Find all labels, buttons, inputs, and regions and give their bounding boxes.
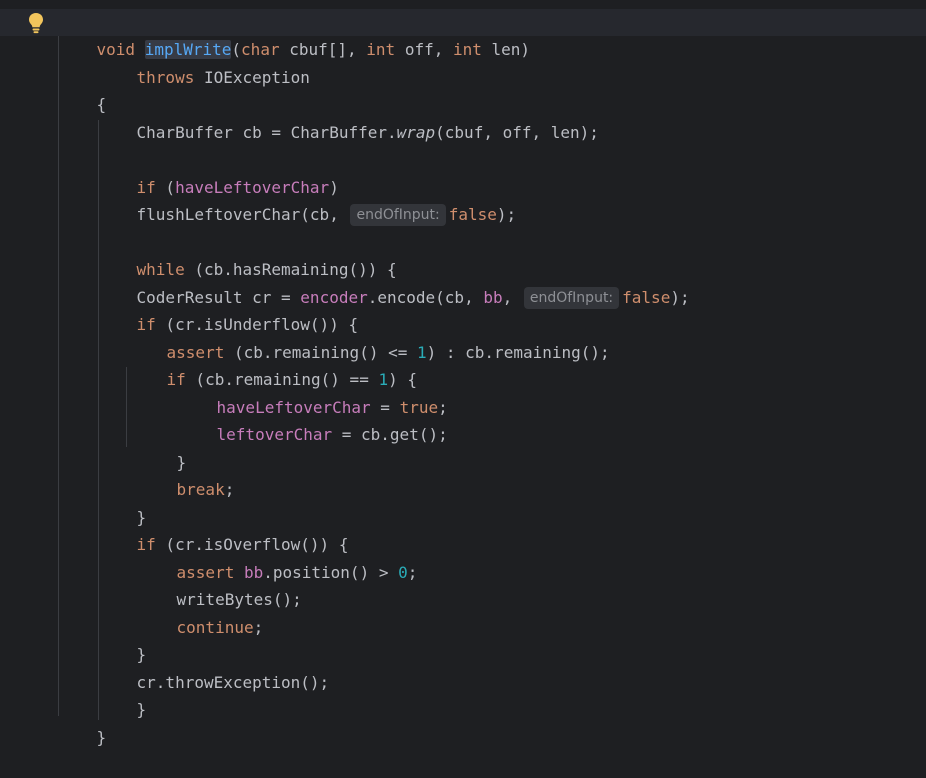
code-line-12: assert (cb.remaining() <= 1) : cb.remain… [166,343,610,362]
parameter-hint: endOfInput: [523,287,620,309]
code-line-13: if (cb.remaining() == 1) { [166,370,417,389]
code-line-9: while (cb.hasRemaining()) { [136,260,397,279]
code-line-22: continue; [176,618,264,637]
parameter-hint: endOfInput: [350,204,446,226]
code-line-16: } [176,453,187,472]
code-line-21: writeBytes(); [176,590,302,609]
code-line-18: } [136,508,147,527]
code-line-15: leftoverChar = cb.get(); [216,425,448,444]
code-line-3: { [96,95,107,114]
code-line-1: void implWrite(char cbuf[], int off, int… [96,40,531,59]
code-line-19: if (cr.isOverflow()) { [136,535,349,554]
code-line-4: CharBuffer cb = CharBuffer.wrap(cbuf, of… [136,123,599,142]
code-line-10: CoderResult cr = encoder.encode(cb, bb, … [136,287,690,309]
code-line-6: if (haveLeftoverChar) [136,178,339,197]
lightbulb-icon[interactable] [27,12,45,34]
code-line-7: flushLeftoverChar(cb, endOfInput: false); [136,204,517,226]
indent-guide [126,367,127,447]
code-line-20: assert bb.position() > 0; [176,563,418,582]
code-line-24: cr.throwException(); [136,673,330,692]
code-line-17: break; [176,480,235,499]
code-line-2: throws IOException [136,68,310,87]
code-line-14: haveLeftoverChar = true; [216,398,448,417]
code-line-26: } [96,728,107,747]
code-editor[interactable]: void implWrite(char cbuf[], int off, int… [0,0,926,747]
code-line-11: if (cr.isUnderflow()) { [136,315,359,334]
code-line-25: } [136,700,147,719]
code-line-23: } [136,645,147,664]
